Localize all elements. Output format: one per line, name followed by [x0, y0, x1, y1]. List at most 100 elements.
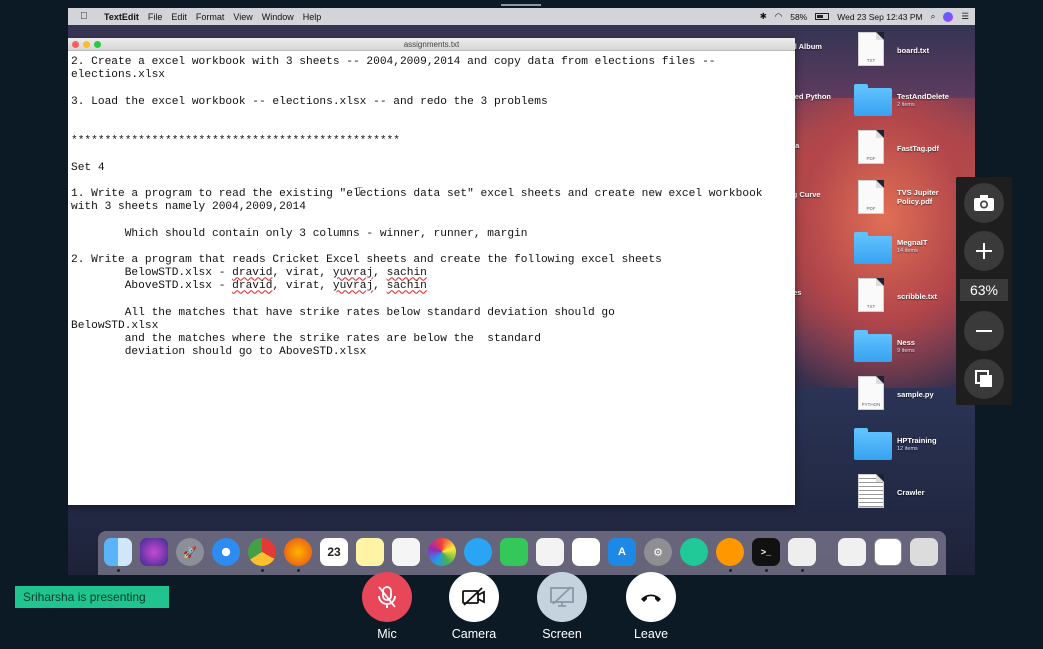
menubar-app-name[interactable]: TextEdit: [104, 12, 139, 22]
doc-line: AboveSTD.xlsx - dravid, virat, yuvraj, s…: [71, 280, 427, 293]
gear-app-icon[interactable]: [716, 538, 744, 566]
calendar-icon[interactable]: 23: [320, 538, 348, 566]
screenshot-button[interactable]: [964, 183, 1004, 223]
minus-icon: [976, 330, 992, 332]
bluetooth-icon[interactable]: ✱: [760, 11, 767, 22]
desktop-file-label: scribble.txt: [897, 292, 938, 301]
terminal-icon[interactable]: >_: [752, 538, 780, 566]
drag-handle[interactable]: [501, 4, 541, 6]
mac-menubar:  TextEdit File Edit Format View Window …: [68, 8, 975, 25]
desktop-file-label: TestAndDelete 2 items: [897, 92, 949, 108]
folder-icon: [854, 330, 892, 362]
textedit-window: assignments.txt 2. Create a excel workbo…: [68, 38, 795, 505]
mic-control[interactable]: Mic: [352, 572, 422, 641]
text-cursor-icon: ⌶: [356, 184, 364, 198]
doc-line: All the matches that have strike rates b…: [71, 306, 615, 319]
atom-icon[interactable]: [680, 538, 708, 566]
doc-line: elections.xlsx: [71, 69, 165, 82]
facetime-icon[interactable]: [500, 538, 528, 566]
firefox-icon[interactable]: [284, 538, 312, 566]
txt-file-icon: TXT: [858, 32, 884, 66]
numbers-icon[interactable]: [572, 538, 600, 566]
trash-icon[interactable]: [910, 538, 938, 566]
siri-app-icon[interactable]: [140, 538, 168, 566]
camera-label: Camera: [451, 627, 497, 641]
system-preferences-icon[interactable]: ⚙: [644, 538, 672, 566]
reminders-icon[interactable]: [392, 538, 420, 566]
doc-line: 3. Load the excel workbook -- elections.…: [71, 95, 548, 108]
leave-control[interactable]: Leave: [616, 572, 686, 641]
running-indicator: [261, 569, 264, 572]
siri-icon[interactable]: [943, 11, 954, 22]
menu-edit[interactable]: Edit: [171, 12, 187, 22]
zoom-out-button[interactable]: [964, 311, 1004, 351]
control-center-icon[interactable]: ☰: [961, 11, 969, 22]
menu-format[interactable]: Format: [196, 12, 225, 22]
screen-share-off-icon: [550, 586, 574, 607]
zoom-panel: 63%: [956, 177, 1012, 405]
doc-line: 1. Write a program to read the existing …: [71, 188, 763, 201]
doc-line: with 3 sheets namely 2004,2009,2014: [71, 201, 306, 214]
running-indicator: [729, 569, 732, 572]
video-off-icon: [462, 587, 485, 606]
apple-icon[interactable]: : [80, 11, 94, 22]
launchpad-icon[interactable]: 🚀: [176, 538, 204, 566]
camera-icon: [974, 195, 994, 211]
document-stack-icon[interactable]: [838, 538, 866, 566]
textedit-icon[interactable]: [788, 538, 816, 566]
app-store-icon[interactable]: A: [608, 538, 636, 566]
preview-icon[interactable]: [536, 538, 564, 566]
plus-icon: [976, 243, 992, 259]
fullscreen-icon[interactable]: [94, 41, 101, 48]
doc-line: deviation should go to AboveSTD.xlsx: [71, 346, 367, 359]
doc-line: Which should contain only 3 columns - wi…: [71, 227, 528, 240]
screen-label: Screen: [542, 627, 582, 641]
document-thumbnail-icon: [858, 474, 884, 508]
window-titlebar[interactable]: assignments.txt: [68, 38, 795, 51]
messages-icon[interactable]: [464, 538, 492, 566]
leave-button[interactable]: [626, 572, 676, 622]
wifi-icon[interactable]: ◠: [775, 11, 782, 22]
screen-control[interactable]: Screen: [527, 572, 597, 641]
battery-icon[interactable]: [815, 13, 830, 20]
zoom-in-button[interactable]: [964, 231, 1004, 271]
doc-line: ​: [71, 109, 792, 122]
battery-percent[interactable]: 58%: [790, 12, 807, 22]
fit-screen-button[interactable]: [964, 359, 1004, 399]
finder-icon[interactable]: [104, 538, 132, 566]
window-title: assignments.txt: [403, 40, 460, 49]
menu-view[interactable]: View: [233, 12, 252, 22]
photos-icon[interactable]: [428, 538, 456, 566]
screen-button[interactable]: [537, 572, 587, 622]
presenter-badge: Sriharsha is presenting: [15, 586, 169, 608]
menubar-datetime[interactable]: Wed 23 Sep 12:43 PM: [837, 12, 922, 22]
misspelled-word: sachin: [386, 267, 427, 280]
top-bar: [0, 0, 1043, 7]
folder-icon: [854, 428, 892, 460]
doc-line: ​: [71, 148, 792, 161]
shared-screen:  TextEdit File Edit Format View Window …: [68, 8, 975, 575]
document-body[interactable]: 2. Create a excel workbook with 3 sheets…: [68, 51, 795, 360]
camera-button[interactable]: [449, 572, 499, 622]
zoom-percent: 63%: [960, 279, 1008, 301]
menu-help[interactable]: Help: [303, 12, 322, 22]
python-file-icon: PYTHON: [858, 376, 884, 410]
menu-file[interactable]: File: [148, 12, 163, 22]
desktop-file-label: Crawler: [897, 488, 925, 497]
mic-off-icon: [378, 586, 396, 608]
desktop-file-label: board.txt: [897, 46, 930, 55]
doc-line: ​: [71, 122, 792, 135]
chrome-icon[interactable]: [248, 538, 276, 566]
camera-control[interactable]: Camera: [439, 572, 509, 641]
safari-icon[interactable]: [212, 538, 240, 566]
notes-icon[interactable]: [356, 538, 384, 566]
misspelled-word: yuvraj: [332, 267, 374, 280]
spotlight-icon[interactable]: ⌕: [931, 11, 936, 22]
doc-line: 2. Write a program that reads Cricket Ex…: [71, 254, 662, 267]
close-icon[interactable]: [72, 41, 79, 48]
window-stack-icon[interactable]: [874, 538, 902, 566]
menu-window[interactable]: Window: [262, 12, 294, 22]
doc-line: 2. Create a excel workbook with 3 sheets…: [71, 56, 716, 68]
mic-button[interactable]: [362, 572, 412, 622]
minimize-icon[interactable]: [83, 41, 90, 48]
